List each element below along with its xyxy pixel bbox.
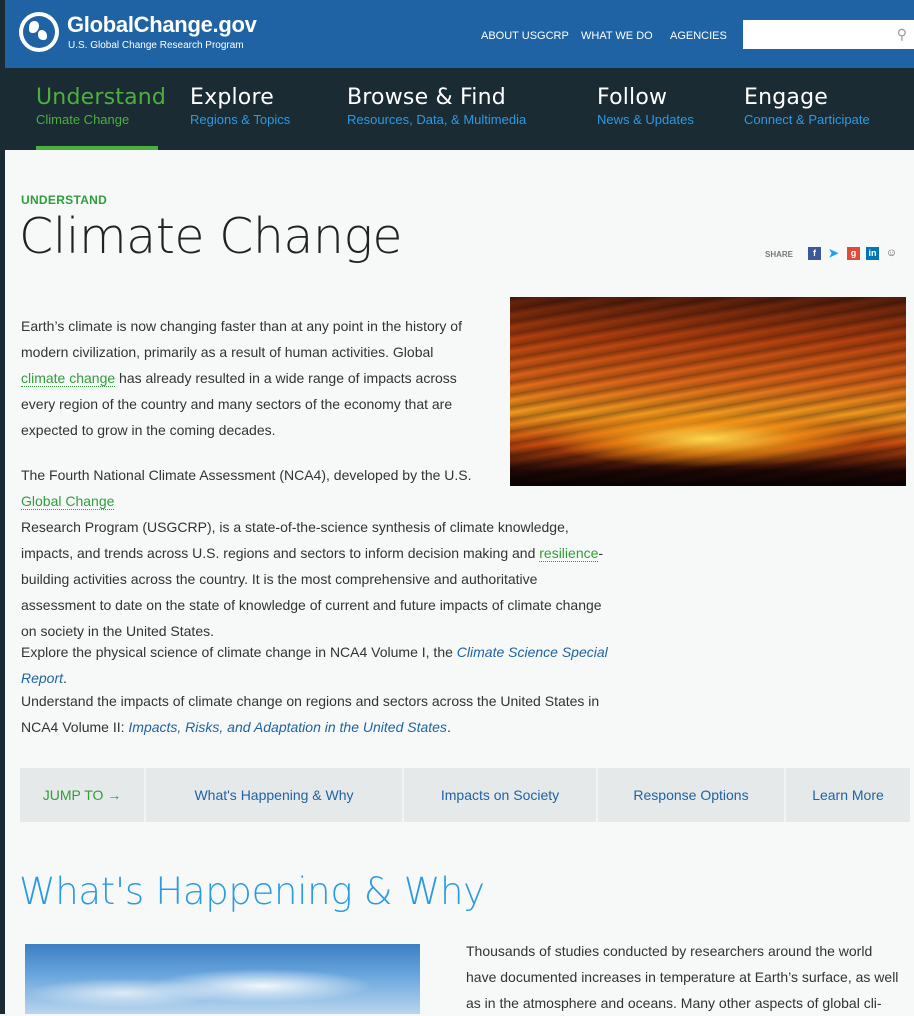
text: The Fourth National Climate Assessment (… bbox=[21, 467, 472, 483]
nav-subtitle: Regions & Topics bbox=[190, 112, 291, 127]
twitter-icon[interactable]: ➤ bbox=[827, 247, 840, 260]
nav-item-explore[interactable]: Explore Regions & Topics bbox=[190, 85, 290, 127]
intro-paragraph-4: Understand the impacts of climate change… bbox=[21, 688, 621, 740]
climate-change-link[interactable]: climate change bbox=[21, 370, 116, 387]
nav-title: Browse & Find bbox=[347, 85, 506, 110]
nav-title: Understand bbox=[36, 85, 167, 110]
google-plus-icon[interactable]: g bbox=[847, 247, 860, 260]
nav-title: Engage bbox=[744, 85, 828, 110]
page-title: Climate Change bbox=[19, 208, 403, 265]
util-link-about[interactable]: ABOUT USGCRP bbox=[481, 30, 569, 42]
site-subtitle: U.S. Global Change Research Program bbox=[68, 40, 244, 51]
sunset-image bbox=[510, 297, 906, 486]
nav-subtitle: Connect & Participate bbox=[744, 112, 870, 127]
section-paragraph: Thousands of studies conducted by resear… bbox=[466, 943, 899, 1011]
sky-image bbox=[25, 944, 420, 1014]
section-title-whats-happening: What's Happening & Why bbox=[19, 870, 485, 913]
util-link-agencies[interactable]: AGENCIES bbox=[670, 30, 727, 42]
nav-subtitle: News & Updates bbox=[597, 112, 694, 127]
intro-paragraph-2b: Research Program (USGCRP), is a state-of… bbox=[21, 514, 611, 644]
nav-subtitle: Resources, Data, & Multimedia bbox=[347, 112, 527, 127]
resilience-link[interactable]: resilience bbox=[539, 545, 599, 562]
search-icon[interactable]: ⚲ bbox=[897, 26, 907, 43]
intro-paragraph-1: Earth’s climate is now changing faster t… bbox=[21, 313, 476, 443]
nav-item-understand[interactable]: Understand Climate Change bbox=[36, 85, 166, 127]
nav-item-follow[interactable]: Follow News & Updates bbox=[597, 85, 694, 127]
top-header-bar: GlobalChange.gov U.S. Global Change Rese… bbox=[5, 0, 914, 68]
reddit-icon[interactable]: ☺ bbox=[885, 247, 898, 260]
share-label: SHARE bbox=[765, 250, 794, 259]
jump-to-label: JUMP TO → bbox=[42, 787, 122, 803]
text: . bbox=[446, 719, 451, 735]
text: Explore the physical science of climate … bbox=[21, 644, 457, 660]
jump-link-learn-more[interactable]: Learn More bbox=[786, 768, 910, 822]
global-change-link[interactable]: Global Change bbox=[21, 493, 115, 510]
intro-paragraph-2a: The Fourth National Climate Assessment (… bbox=[21, 462, 491, 514]
text: Research Program (USGCRP), is a state-of… bbox=[21, 519, 569, 561]
page-left-border bbox=[0, 0, 5, 1014]
active-nav-indicator bbox=[36, 146, 158, 150]
util-link-what-we-do[interactable]: WHAT WE DO bbox=[581, 30, 653, 42]
nca4-volume-ii-link[interactable]: Impacts, Risks, and Adaptation in the Un… bbox=[128, 719, 447, 735]
facebook-icon[interactable]: f bbox=[808, 247, 821, 260]
site-name[interactable]: GlobalChange.gov bbox=[67, 12, 257, 38]
nav-title: Explore bbox=[190, 85, 274, 110]
main-nav: Understand Climate Change Explore Region… bbox=[5, 68, 914, 150]
jump-link-whats-happening[interactable]: What's Happening & Why bbox=[146, 768, 402, 822]
nav-title: Follow bbox=[597, 85, 668, 110]
section-eyebrow: UNDERSTAND bbox=[21, 193, 108, 207]
text: . bbox=[63, 670, 67, 686]
jump-link-response-options[interactable]: Response Options bbox=[598, 768, 784, 822]
nav-item-engage[interactable]: Engage Connect & Participate bbox=[744, 85, 870, 127]
globe-logo-icon[interactable] bbox=[19, 12, 59, 52]
text: Earth’s climate is now changing faster t… bbox=[21, 318, 462, 360]
intro-paragraph-3: Explore the physical science of climate … bbox=[21, 639, 641, 691]
nav-item-browse-find[interactable]: Browse & Find Resources, Data, & Multime… bbox=[347, 85, 526, 127]
nav-subtitle: Climate Change bbox=[36, 112, 130, 127]
linkedin-icon[interactable]: in bbox=[866, 247, 879, 260]
jump-to-bar: JUMP TO → What's Happening & Why Impacts… bbox=[20, 768, 910, 822]
search-input[interactable]: ⚲ bbox=[743, 20, 914, 49]
jump-link-impacts[interactable]: Impacts on Society bbox=[404, 768, 596, 822]
